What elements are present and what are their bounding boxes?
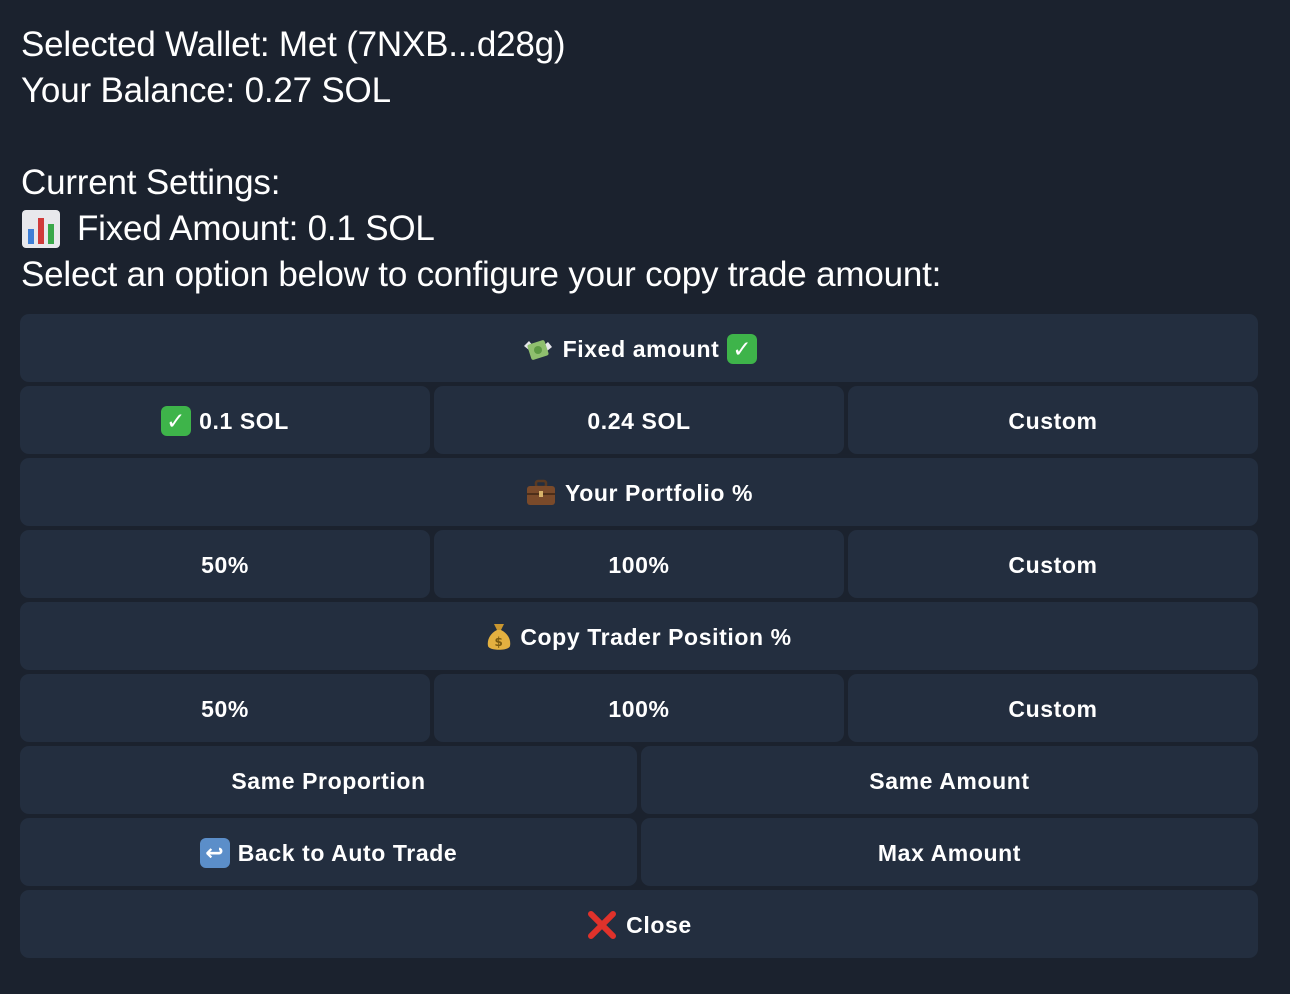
fixed-0.1-sol-button[interactable]: ✓ 0.1 SOL — [20, 386, 430, 454]
same-proportion-button[interactable]: Same Proportion — [20, 746, 637, 814]
keyboard-row: 50% 100% Custom — [20, 530, 1258, 598]
keyboard-row: ✓ 0.1 SOL 0.24 SOL Custom — [20, 386, 1258, 454]
trader-position-label: Copy Trader Position % — [520, 623, 792, 650]
cross-mark-icon — [586, 909, 618, 941]
briefcase-icon — [525, 478, 557, 508]
fixed-custom-button[interactable]: Custom — [848, 386, 1258, 454]
money-with-wings-icon — [521, 334, 555, 364]
trader-100-button[interactable]: 100% — [434, 674, 844, 742]
return-arrow-icon: ↩ — [199, 838, 230, 868]
keyboard-row: Same Proportion Same Amount — [20, 746, 1258, 814]
fixed-amount-label: Fixed amount — [562, 335, 720, 362]
bot-message: Selected Wallet: Met (7NXB...d28g) Your … — [21, 22, 1261, 298]
trader-50-button[interactable]: 50% — [20, 674, 430, 742]
same-amount-button[interactable]: Same Amount — [641, 746, 1258, 814]
bar-chart-icon — [21, 209, 61, 249]
portfolio-50-button[interactable]: 50% — [20, 530, 430, 598]
settings-header: Current Settings: — [21, 163, 281, 202]
fixed-amount-button[interactable]: Fixed amount ✓ — [20, 314, 1258, 382]
keyboard-row: Close — [20, 890, 1258, 958]
instruction-line: Select an option below to configure your… — [21, 255, 942, 294]
settings-value-row: Fixed Amount: 0.1 SOL — [21, 206, 1261, 252]
inline-keyboard: Fixed amount ✓ ✓ 0.1 SOL 0.24 SOL Custom… — [20, 314, 1258, 962]
balance-line: Your Balance: 0.27 SOL — [21, 71, 391, 110]
trader-position-button[interactable]: $ Copy Trader Position % — [20, 602, 1258, 670]
max-amount-button[interactable]: Max Amount — [641, 818, 1258, 886]
close-label: Close — [626, 911, 692, 938]
check-mark-icon: ✓ — [727, 334, 758, 364]
keyboard-row: Fixed amount ✓ — [20, 314, 1258, 382]
keyboard-row: Your Portfolio % — [20, 458, 1258, 526]
keyboard-row: $ Copy Trader Position % — [20, 602, 1258, 670]
money-bag-icon: $ — [486, 621, 512, 653]
svg-text:$: $ — [495, 635, 504, 649]
back-to-auto-trade-label: Back to Auto Trade — [237, 839, 458, 866]
keyboard-row: ↩ Back to Auto Trade Max Amount — [20, 818, 1258, 886]
close-button[interactable]: Close — [20, 890, 1258, 958]
back-to-auto-trade-button[interactable]: ↩ Back to Auto Trade — [20, 818, 637, 886]
fixed-0.24-sol-button[interactable]: 0.24 SOL — [434, 386, 844, 454]
portfolio-percent-button[interactable]: Your Portfolio % — [20, 458, 1258, 526]
fixed-0.1-sol-label: 0.1 SOL — [199, 407, 289, 434]
portfolio-custom-button[interactable]: Custom — [848, 530, 1258, 598]
selected-wallet-line: Selected Wallet: Met (7NXB...d28g) — [21, 25, 566, 64]
portfolio-100-button[interactable]: 100% — [434, 530, 844, 598]
settings-value: Fixed Amount: 0.1 SOL — [77, 209, 435, 248]
portfolio-percent-label: Your Portfolio % — [564, 479, 754, 506]
check-mark-icon: ✓ — [161, 406, 192, 436]
trader-custom-button[interactable]: Custom — [848, 674, 1258, 742]
keyboard-row: 50% 100% Custom — [20, 674, 1258, 742]
